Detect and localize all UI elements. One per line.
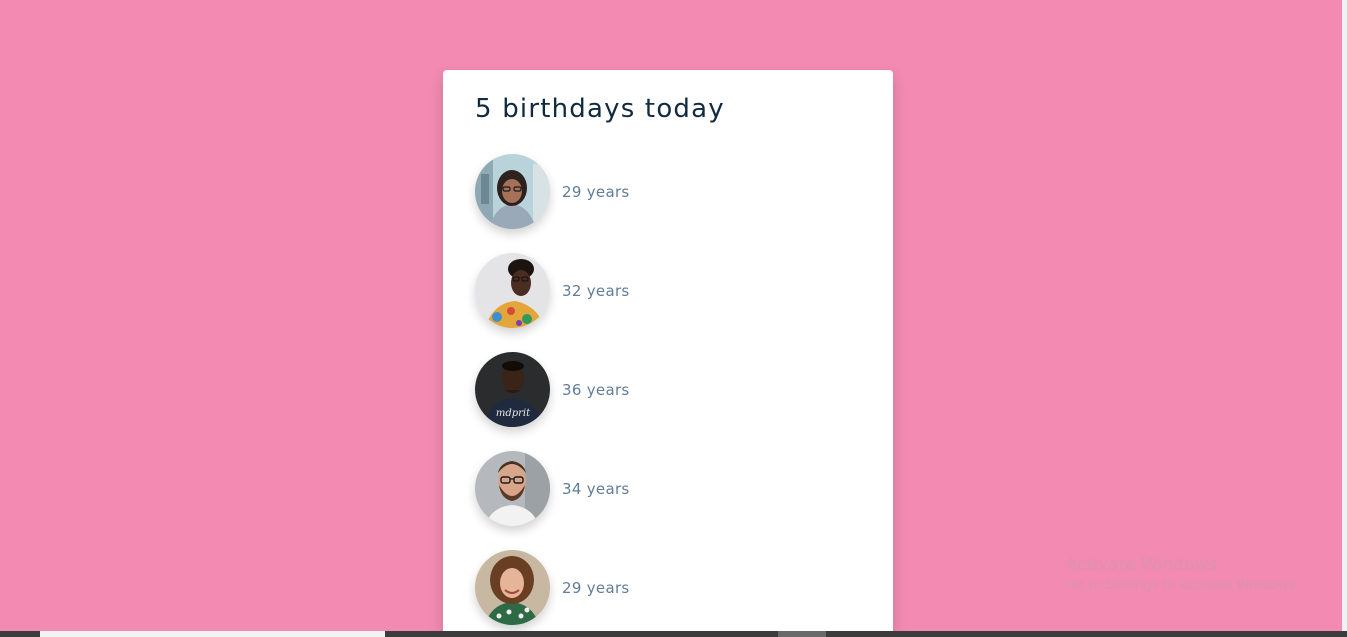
activate-windows-watermark: Activate Windows Go to Settings to activ… [1066,554,1299,596]
watermark-subtitle: Go to Settings to activate Windows. [1066,578,1299,593]
watermark-title: Activate Windows [1066,555,1217,575]
age-label: 34 years [562,479,630,498]
taskbar-active-app[interactable] [778,631,826,637]
list-item: mdprit 36 years [475,352,861,427]
age-label: 36 years [562,380,630,399]
person-avatar [475,550,550,625]
woman-glasses-icon [475,154,550,229]
person-avatar [475,451,550,526]
list-item: 32 years [475,253,861,328]
birthday-card: 5 birthdays today 29 years 32 years mdpr… [443,70,893,637]
svg-text:mdprit: mdprit [496,408,531,419]
list-item: 34 years [475,451,861,526]
taskbar [0,631,1347,637]
person-avatar [475,154,550,229]
age-label: 29 years [562,578,630,597]
man-glasses-beard-icon [475,451,550,526]
vertical-scrollbar[interactable] [1342,0,1347,631]
taskbar-search-box[interactable] [40,631,385,637]
man-dark-shirt-icon: mdprit [475,352,550,427]
person-avatar [475,253,550,328]
age-label: 32 years [562,281,630,300]
age-label: 29 years [562,182,630,201]
woman-curly-hair-icon [475,550,550,625]
person-avatar: mdprit [475,352,550,427]
woman-floral-icon [475,253,550,328]
people-list: 29 years 32 years mdprit 36 years 34 yea… [475,154,861,625]
page-title: 5 birthdays today [475,94,725,124]
list-item: 29 years [475,550,861,625]
list-item: 29 years [475,154,861,229]
